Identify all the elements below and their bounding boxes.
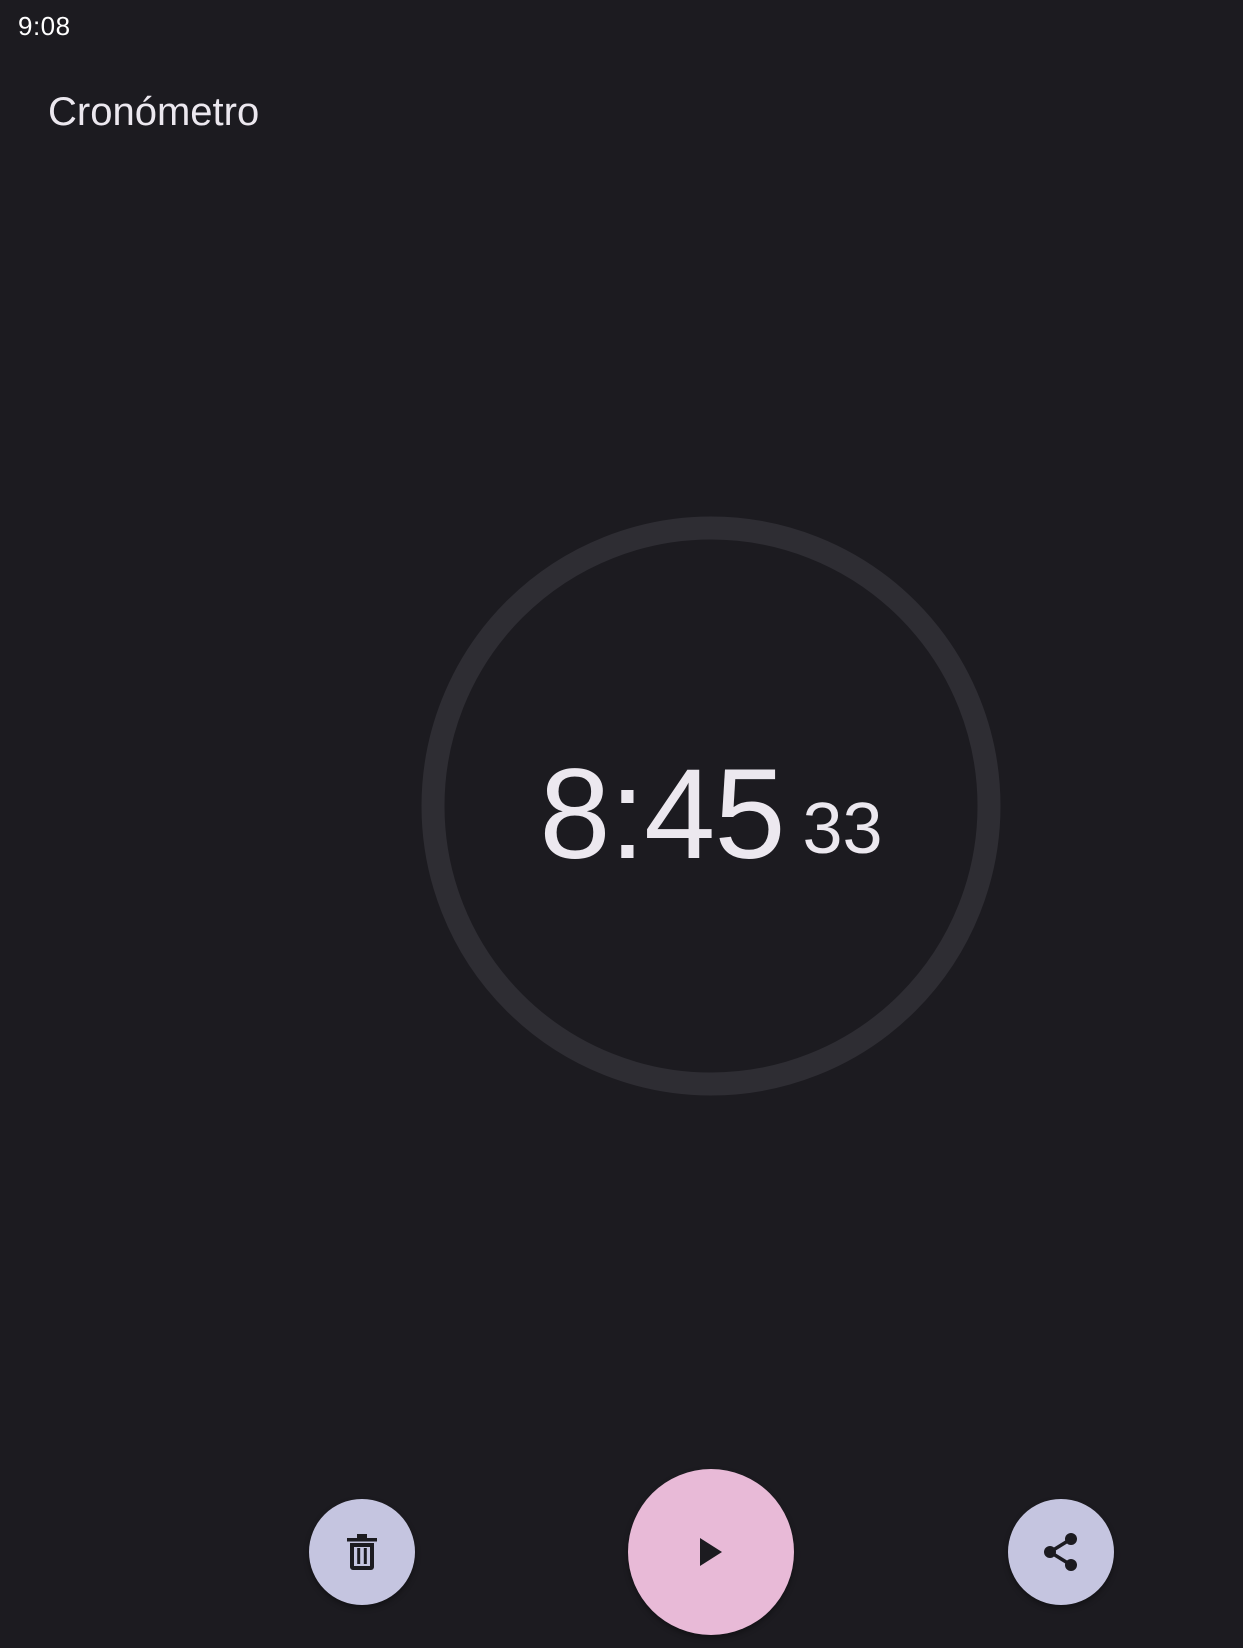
share-button[interactable] bbox=[1008, 1499, 1114, 1605]
reset-button[interactable] bbox=[309, 1499, 415, 1605]
trash-icon bbox=[345, 1534, 379, 1570]
status-time: 9:08 bbox=[18, 11, 71, 41]
start-button[interactable] bbox=[628, 1469, 794, 1635]
elapsed-time: 8:45 33 bbox=[420, 515, 1002, 1097]
play-icon bbox=[698, 1537, 724, 1567]
page-title: Cronómetro bbox=[48, 90, 260, 134]
status-bar: 9:08 bbox=[0, 0, 1243, 54]
stopwatch-screen: 9:08 Cronómetro 8:45 33 bbox=[0, 0, 1243, 1648]
stopwatch-dial: 8:45 33 bbox=[420, 515, 1002, 1097]
share-icon bbox=[1042, 1532, 1080, 1572]
elapsed-time-main: 8:45 bbox=[539, 743, 785, 886]
elapsed-time-hundredths: 33 bbox=[802, 789, 883, 869]
